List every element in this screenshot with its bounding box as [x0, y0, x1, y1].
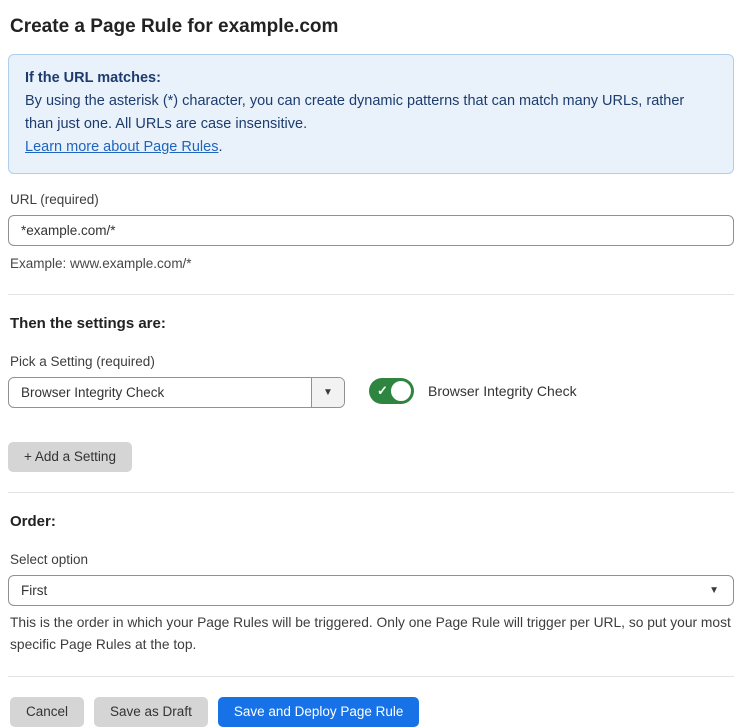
url-field-label: URL (required)	[10, 192, 734, 207]
settings-section-heading: Then the settings are:	[10, 315, 734, 332]
footer-buttons: Cancel Save as Draft Save and Deploy Pag…	[8, 697, 734, 727]
divider	[8, 294, 734, 295]
page-title: Create a Page Rule for example.com	[8, 12, 734, 54]
save-and-deploy-button[interactable]: Save and Deploy Page Rule	[218, 697, 420, 727]
setting-select[interactable]: Browser Integrity Check ▼	[8, 377, 345, 408]
save-as-draft-button[interactable]: Save as Draft	[94, 697, 208, 727]
url-example-helper: Example: www.example.com/*	[10, 253, 732, 274]
toggle-knob	[389, 379, 413, 403]
toggle-wrap: ✓ Browser Integrity Check	[369, 378, 577, 404]
order-select-arrow: ▼	[709, 576, 733, 605]
chevron-down-icon: ▼	[709, 586, 719, 596]
divider	[8, 492, 734, 493]
setting-select-value: Browser Integrity Check	[9, 378, 311, 407]
pick-setting-label: Pick a Setting (required)	[10, 354, 734, 369]
setting-select-arrow-button[interactable]: ▼	[311, 378, 344, 407]
select-option-label: Select option	[10, 552, 734, 567]
divider	[8, 676, 734, 677]
add-setting-button[interactable]: + Add a Setting	[8, 442, 132, 472]
url-match-info-box: If the URL matches: By using the asteris…	[8, 54, 734, 174]
toggle-label: Browser Integrity Check	[428, 383, 577, 399]
order-select-value: First	[9, 576, 709, 605]
url-input[interactable]	[8, 215, 734, 246]
chevron-down-icon: ▼	[323, 388, 333, 398]
link-period: .	[218, 139, 222, 155]
info-box-body: By using the asterisk (*) character, you…	[25, 90, 705, 136]
order-select[interactable]: First ▼	[8, 575, 734, 606]
order-section-heading: Order:	[10, 513, 734, 530]
browser-integrity-check-toggle[interactable]: ✓	[369, 378, 414, 404]
learn-more-link[interactable]: Learn more about Page Rules	[25, 139, 218, 155]
create-page-rule-form: Create a Page Rule for example.com If th…	[0, 0, 742, 727]
info-box-heading: If the URL matches:	[25, 67, 717, 90]
check-icon: ✓	[377, 383, 388, 399]
cancel-button[interactable]: Cancel	[10, 697, 84, 727]
setting-row: Browser Integrity Check ▼ ✓ Browser Inte…	[8, 377, 734, 408]
info-box-link-line: Learn more about Page Rules.	[25, 136, 717, 159]
order-helper-text: This is the order in which your Page Rul…	[10, 612, 732, 656]
